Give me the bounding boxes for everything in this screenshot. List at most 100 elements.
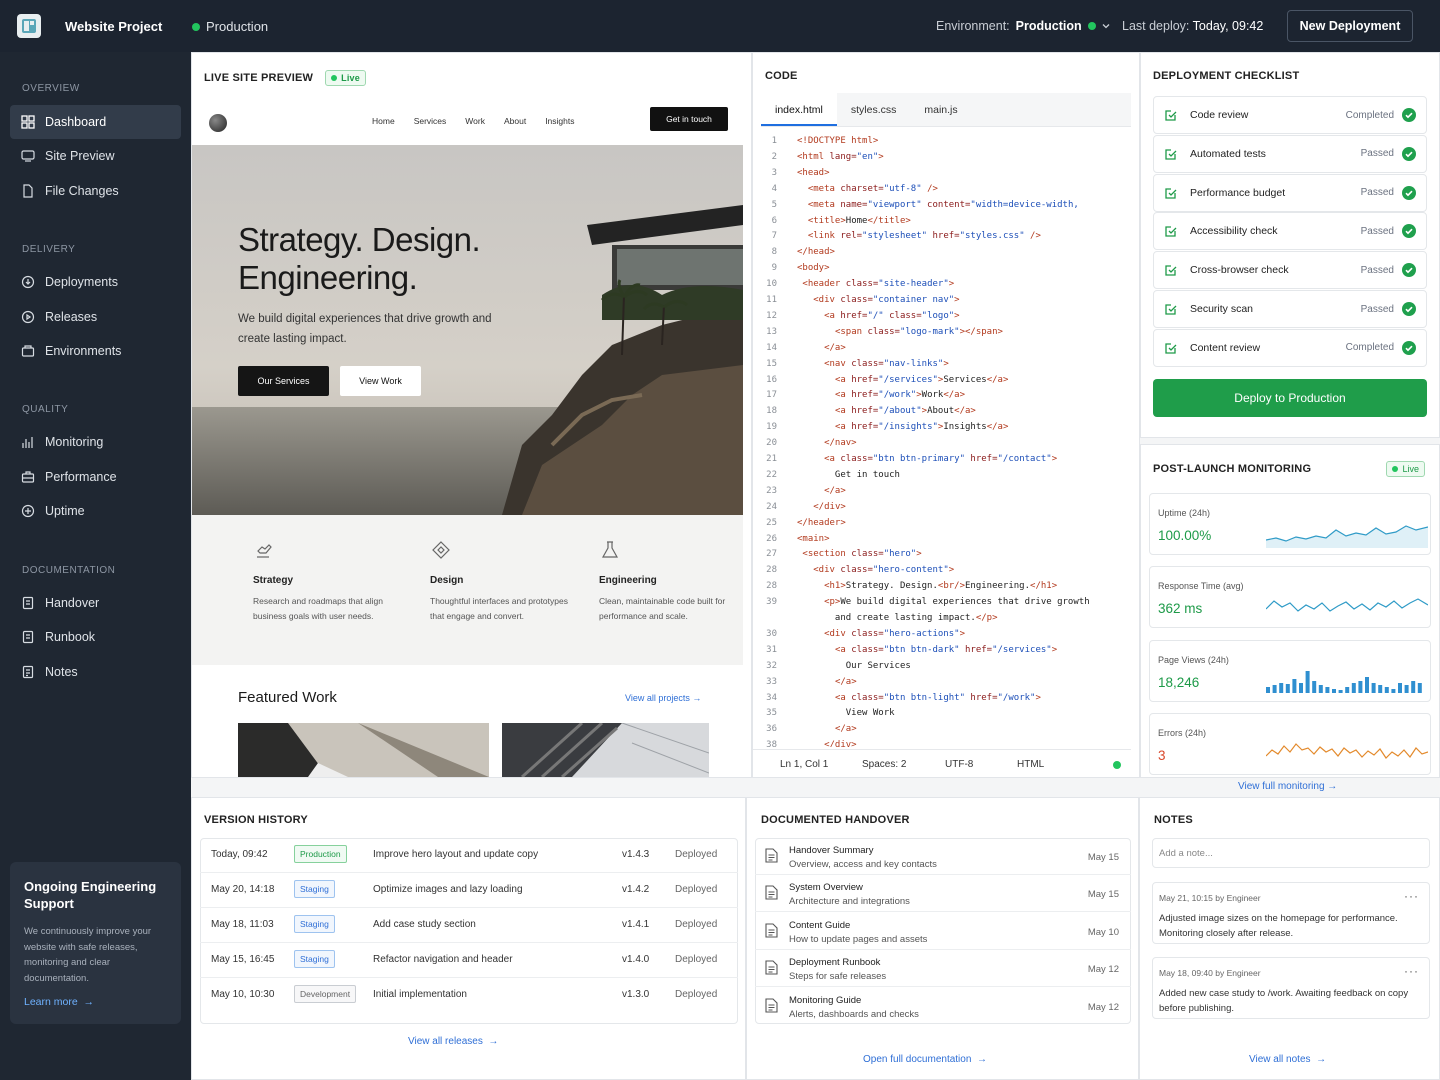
section-overview: OVERVIEW — [22, 83, 80, 94]
note-card[interactable]: May 21, 10:15 by Engineer ··· Adjusted ima… — [1152, 882, 1430, 944]
code-token: Strategy. Design. — [845, 581, 938, 592]
checklist-status: Passed — [1360, 148, 1394, 160]
version-row[interactable]: May 18, 11:03 Staging Add case study secti… — [200, 908, 738, 943]
preview-nav-work[interactable]: Work — [465, 116, 485, 126]
our-services-button[interactable]: Our Services — [238, 366, 329, 396]
sidebar-item-monitoring[interactable]: Monitoring — [10, 425, 181, 459]
handover-item[interactable]: Deployment Runbook Steps for safe release… — [755, 950, 1131, 988]
view-work-button[interactable]: View Work — [340, 366, 421, 396]
preview-nav-insights[interactable]: Insights — [545, 116, 574, 126]
tab-index-html[interactable]: index.html — [761, 93, 837, 126]
code-token: class= — [867, 326, 900, 337]
project-thumbnail[interactable] — [502, 723, 709, 777]
add-note-input[interactable]: Add a note... — [1152, 838, 1430, 868]
project-thumbnail[interactable] — [238, 723, 489, 777]
hero-heading-line2: Engineering. — [238, 259, 418, 296]
preview-nav-home[interactable]: Home — [372, 116, 395, 126]
page-view-bar — [1266, 687, 1270, 693]
line-number: 7 — [771, 231, 777, 242]
view-all-projects-link[interactable]: View all projects → — [625, 693, 701, 703]
metric-uptime[interactable]: Uptime (24h) 100.00% — [1149, 493, 1431, 555]
sidebar-item-runbook[interactable]: Runbook — [10, 620, 181, 654]
version-date: May 15, 16:45 — [211, 954, 275, 965]
sidebar-item-environments[interactable]: Environments — [10, 334, 181, 368]
metric-errors[interactable]: Errors (24h) 3 — [1149, 713, 1431, 775]
code-line: 33 </a> — [753, 674, 1131, 690]
metric-response-time[interactable]: Response Time (avg) 362 ms — [1149, 566, 1431, 628]
handover-item-title: Deployment Runbook — [789, 957, 881, 969]
checklist-item[interactable]: Content review Completed — [1153, 328, 1427, 367]
plus-circle-icon — [21, 504, 35, 518]
sidebar-item-notes[interactable]: Notes — [10, 655, 181, 689]
line-number: 13 — [766, 326, 777, 337]
code-token: <a — [834, 406, 852, 417]
language-mode[interactable]: HTML — [1017, 759, 1044, 770]
more-options-icon[interactable]: ··· — [1404, 964, 1419, 978]
handover-item[interactable]: Content Guide How to update pages and ass… — [755, 913, 1131, 950]
code-token: "btn btn-dark" — [883, 644, 960, 655]
note-card[interactable]: May 18, 09:40 by Engineer ··· Added new ca… — [1152, 957, 1430, 1019]
view-full-monitoring-link[interactable]: View full monitoring → — [1238, 781, 1337, 792]
sidebar-item-performance[interactable]: Performance — [10, 460, 181, 494]
version-row[interactable]: May 15, 16:45 Staging Refactor navigation … — [200, 943, 738, 978]
app-logo-icon[interactable] — [17, 14, 41, 38]
metric-page-views[interactable]: Page Views (24h) 18,246 — [1149, 640, 1431, 702]
indent-setting[interactable]: Spaces: 2 — [862, 759, 906, 770]
checklist-item[interactable]: Security scan Passed — [1153, 290, 1427, 328]
last-deploy-label: Last deploy: — [1122, 19, 1190, 33]
version-row[interactable]: Today, 09:42 Production Improve hero layou… — [200, 838, 738, 873]
version-row[interactable]: May 20, 14:18 Staging Optimize images and … — [200, 873, 738, 908]
more-options-icon[interactable]: ··· — [1404, 889, 1419, 903]
handover-item[interactable]: System Overview Architecture and integrat… — [755, 875, 1131, 913]
handover-item[interactable]: Handover Summary Overview, access and key… — [755, 838, 1131, 875]
code-line: 24 </div> — [753, 499, 1131, 515]
code-token: <title> — [807, 215, 846, 226]
preview-nav-about[interactable]: About — [504, 116, 526, 126]
deploy-to-production-button[interactable]: Deploy to Production — [1153, 379, 1427, 417]
handover-item[interactable]: Monitoring Guide Alerts, dashboards and c… — [755, 988, 1131, 1025]
preview-nav-services[interactable]: Services — [414, 116, 447, 126]
sidebar-item-uptime[interactable]: Uptime — [10, 494, 181, 528]
code-token: "hero-content" — [872, 565, 949, 576]
sidebar-item-file-changes[interactable]: File Changes — [10, 174, 181, 208]
learn-more-link[interactable]: Learn more → — [24, 996, 94, 1008]
view-all-notes-link[interactable]: View all notes → — [1249, 1054, 1326, 1065]
checklist-item[interactable]: Accessibility check Passed — [1153, 212, 1427, 251]
sidebar-item-deployments[interactable]: Deployments — [10, 265, 181, 299]
code-token: name= — [840, 199, 868, 210]
box-icon — [21, 345, 35, 357]
view-all-releases-link[interactable]: View all releases → — [408, 1036, 498, 1047]
sidebar-item-site-preview[interactable]: Site Preview — [10, 139, 181, 173]
version-history-panel: VERSION HISTORY Today, 09:42 Production Im… — [191, 797, 746, 1080]
line-number: 25 — [766, 517, 777, 528]
project-name[interactable]: Website Project — [65, 19, 162, 34]
sidebar-item-releases[interactable]: Releases — [10, 300, 181, 334]
edit-check-icon — [1165, 343, 1177, 354]
code-token: class= — [851, 692, 884, 703]
code-editor[interactable]: 1 <!DOCTYPE html> 2 <html lang="en"> 3 <head>… — [753, 133, 1131, 747]
checklist-item[interactable]: Performance budget Passed — [1153, 173, 1427, 212]
checklist-item[interactable]: Automated tests Passed — [1153, 134, 1427, 173]
new-deployment-button[interactable]: New Deployment — [1287, 10, 1413, 42]
tab-styles-css[interactable]: styles.css — [837, 93, 911, 126]
encoding[interactable]: UTF-8 — [945, 759, 973, 770]
checklist-label: Security scan — [1190, 303, 1254, 315]
code-token: <link — [807, 231, 841, 242]
version-number: v1.3.0 — [622, 989, 650, 1000]
sidebar-item-dashboard[interactable]: Dashboard — [10, 105, 181, 139]
code-line: 9 <body> — [753, 260, 1131, 276]
get-in-touch-button[interactable]: Get in touch — [650, 107, 728, 131]
site-logo-icon[interactable] — [209, 114, 227, 132]
version-row[interactable]: May 10, 10:30 Development Initial implemen… — [200, 978, 738, 1013]
sidebar-item-label: Environments — [45, 344, 122, 358]
tab-main-js[interactable]: main.js — [910, 93, 971, 126]
checklist-item[interactable]: Code review Completed — [1153, 96, 1427, 134]
open-full-documentation-link[interactable]: Open full documentation → — [863, 1054, 987, 1065]
sidebar-item-handover[interactable]: Handover — [10, 586, 181, 620]
checklist-status: Passed — [1360, 225, 1394, 237]
environment-selector[interactable]: Environment: Production — [936, 19, 1110, 33]
code-token: "hero-actions" — [883, 628, 960, 639]
checklist-item[interactable]: Cross-browser check Passed — [1153, 251, 1427, 290]
monitoring-badge-label: Live — [1402, 464, 1419, 474]
